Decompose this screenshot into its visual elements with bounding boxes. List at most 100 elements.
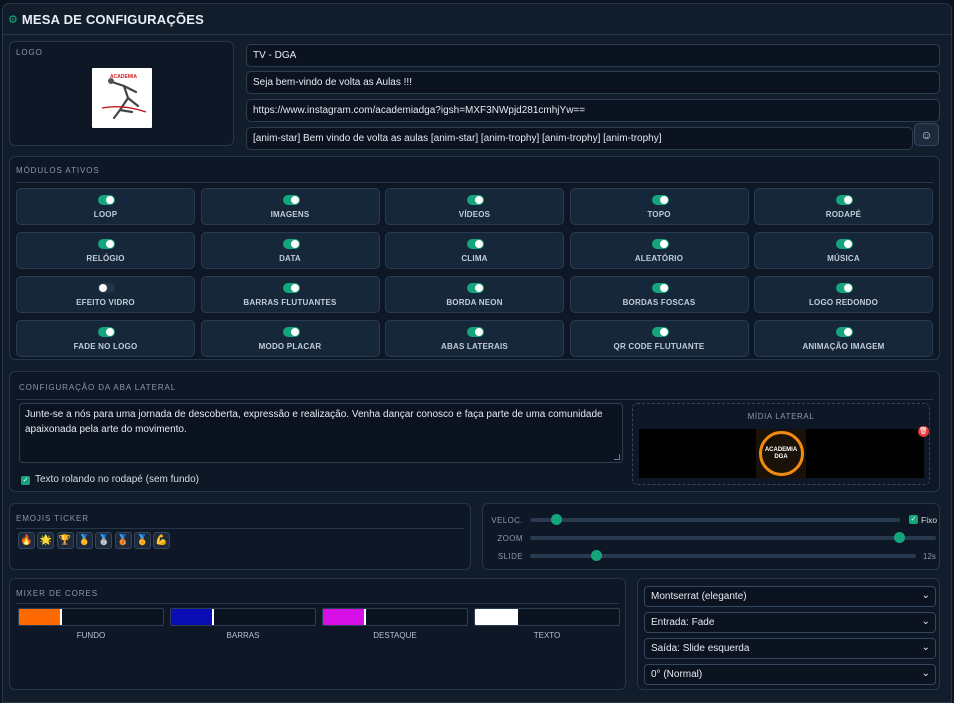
color-picker-fundo[interactable] [18,608,164,626]
module-toggle[interactable] [98,327,115,337]
emoji-picker-button[interactable]: ☺ [914,123,939,146]
rotation-select[interactable]: 0° (Normal) ⌄ [644,664,936,685]
module-toggle[interactable] [836,327,853,337]
module-tile[interactable]: MÚSICA [754,232,933,269]
module-tile[interactable]: LOGO REDONDO [754,276,933,313]
module-toggle[interactable] [282,195,300,205]
emoji-chip[interactable]: 💪 [153,532,171,549]
module-tile[interactable]: BORDAS FOSCAS [569,276,749,313]
modules-section: MÓDULOS ATIVOS LOOP IMAGENS VÍDEOS TOPO RODA… [9,156,940,360]
color-slider-handle[interactable] [212,609,214,625]
module-tile[interactable]: BORDA NEON [385,276,564,313]
color-slider-handle[interactable] [516,609,518,625]
slide-duration-slider[interactable] [530,550,916,561]
font-select[interactable]: Montserrat (elegante) ⌄ [644,586,936,607]
module-tile[interactable]: RODAPÉ [754,188,933,225]
module-tile[interactable]: FADE NO LOGO [16,320,195,357]
module-tile[interactable]: IMAGENS [200,188,380,225]
side-tab-textarea[interactable]: Junte-se a nós para uma jornada de desco… [19,403,623,463]
speed-fixed-checkbox[interactable]: ✓ [909,515,918,524]
module-toggle[interactable] [651,327,669,337]
color-picker-barras[interactable] [170,608,316,626]
chevron-down-icon: ⌄ [921,668,930,679]
module-label: BARRAS FLUTUANTES [243,298,337,307]
url-input[interactable]: https://www.instagram.com/academiadga?ig… [246,99,940,122]
speed-slider[interactable] [530,514,900,525]
name-input[interactable]: TV - DGA [246,44,940,67]
academy-logo-text: ACADEMIA DGA [764,446,798,460]
module-tile[interactable]: BARRAS FLUTUANTES [200,276,380,313]
module-label: RELÓGIO [86,254,125,263]
color-label: DESTAQUE [373,631,417,640]
logo-image[interactable]: ACADEMIA [92,68,152,128]
module-toggle[interactable] [651,239,669,249]
module-toggle[interactable] [836,283,853,293]
color-swatch [475,609,516,625]
font-select-value: Montserrat (elegante) [651,591,747,602]
module-toggle[interactable] [282,283,300,293]
module-toggle[interactable] [836,195,853,205]
emoji-ticker-label: EMOJIS TICKER [16,514,89,523]
module-toggle[interactable] [467,327,484,337]
entrance-select[interactable]: Entrada: Fade ⌄ [644,612,936,633]
emoji-chip[interactable]: 🌟 [37,532,55,549]
module-label: RODAPÉ [825,210,862,219]
module-toggle[interactable] [282,327,300,337]
emoji-chip[interactable]: 🏆 [56,532,74,549]
slide-duration-knob[interactable] [590,550,602,561]
side-media-dropzone[interactable]: MÍDIA LATERAL ACADEMIA DGA 🗑 [632,403,930,485]
color-picker-destaque[interactable] [322,608,468,626]
color-label: BARRAS [226,631,260,640]
welcome-input[interactable]: Seja bem-vindo de volta as Aulas !!! [246,71,940,94]
panel-header: ⚙ MESA DE CONFIGURAÇÕES [3,4,951,35]
emoji-chip[interactable]: 🔥 [18,532,35,549]
zoom-slider[interactable] [530,532,936,543]
smiley-icon: ☺ [920,127,933,142]
divider [16,399,933,400]
module-toggle[interactable] [651,283,669,293]
module-toggle[interactable] [282,239,300,249]
panel-title: MESA DE CONFIGURAÇÕES [21,11,204,27]
module-tile[interactable]: LOOP [16,188,195,225]
color-picker-texto[interactable] [474,608,620,626]
color-swatch [171,609,212,625]
module-tile[interactable]: TOPO [569,188,749,225]
zoom-slider-knob[interactable] [894,532,906,543]
emoji-chip[interactable]: 🏅 [133,532,151,549]
module-tile[interactable]: ALEATÓRIO [569,232,749,269]
resize-handle[interactable] [614,454,620,460]
module-tile[interactable]: CLIMA [385,232,564,269]
divider [16,603,619,604]
color-slider-handle[interactable] [60,609,62,625]
logo-section[interactable]: LOGO ACADEMIA [9,41,234,146]
module-toggle[interactable] [467,195,484,205]
module-toggle[interactable] [651,195,669,205]
module-tile[interactable]: DATA [200,232,380,269]
speed-slider-knob[interactable] [550,514,562,525]
emoji-chip[interactable]: 🥉 [114,532,132,549]
slide-duration-value: 12s [923,552,936,561]
logo-label: LOGO [16,48,43,57]
module-tile[interactable]: EFEITO VIDRO [16,276,195,313]
delete-media-icon[interactable]: 🗑 [918,426,929,437]
module-tile[interactable]: VÍDEOS [385,188,564,225]
module-toggle[interactable] [98,283,115,293]
module-toggle[interactable] [836,239,853,249]
module-toggle[interactable] [98,239,115,249]
module-tile[interactable]: MODO PLACAR [200,320,380,357]
module-toggle[interactable] [467,239,484,249]
module-tile[interactable]: ABAS LATERAIS [385,320,564,357]
footer-scroll-checkbox[interactable]: ✓ [21,476,30,485]
color-slider-handle[interactable] [364,609,366,625]
module-toggle[interactable] [467,283,484,293]
exit-select[interactable]: Saída: Slide esquerda ⌄ [644,638,936,659]
emoji-chip[interactable]: 🥈 [95,532,113,549]
module-label: FADE NO LOGO [73,342,138,351]
module-label: VÍDEOS [458,210,491,219]
ticker-input[interactable]: [anim-star] Bem vindo de volta as aulas … [246,127,913,150]
module-toggle[interactable] [98,195,115,205]
emoji-chip[interactable]: 🥇 [75,532,93,549]
module-tile[interactable]: ANIMAÇÃO IMAGEM [754,320,933,357]
module-tile[interactable]: QR CODE FLUTUANTE [569,320,749,357]
module-tile[interactable]: RELÓGIO [16,232,195,269]
